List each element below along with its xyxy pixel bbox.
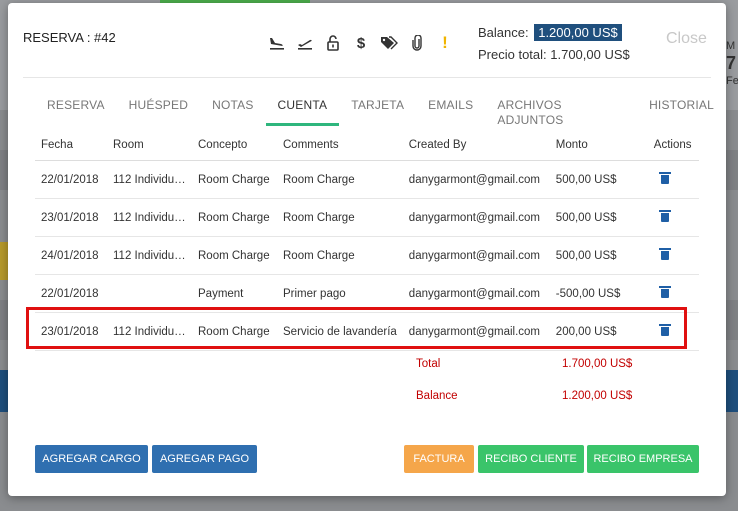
cell-created-by: danygarmont@gmail.com xyxy=(402,236,550,275)
total-label: Total xyxy=(416,358,441,370)
cell-amount: 500,00 US$ xyxy=(549,236,648,275)
table-row: 24/01/2018 112 Individual... Room Charge… xyxy=(35,236,699,275)
cell-concept: Room Charge xyxy=(192,198,277,237)
balance-summary-value: 1.200,00 US$ xyxy=(562,390,633,402)
company-receipt-button[interactable]: RECIBO EMPRESA xyxy=(587,445,699,473)
tab-notas[interactable]: NOTAS xyxy=(200,98,265,126)
cell-concept: Room Charge xyxy=(192,160,277,199)
unlock-icon[interactable] xyxy=(324,34,342,52)
cell-amount: 500,00 US$ xyxy=(549,160,648,199)
cell-date: 23/01/2018 xyxy=(35,198,107,237)
cell-comments: Room Charge xyxy=(277,236,403,275)
warning-icon[interactable]: ! xyxy=(436,33,454,52)
add-charge-button[interactable]: AGREGAR CARGO xyxy=(35,445,148,473)
highlight-box xyxy=(26,307,687,349)
tab-reserva[interactable]: RESERVA xyxy=(35,98,117,126)
background-text: Fe xyxy=(726,75,738,87)
plane-departure-icon[interactable] xyxy=(296,34,314,52)
balance-value: 1.200,00 US$ xyxy=(534,24,622,41)
balance-summary-label: Balance xyxy=(416,390,458,402)
cell-amount: 500,00 US$ xyxy=(549,198,648,237)
col-created-by: Created By xyxy=(402,129,550,161)
tab-archivos-adjuntos[interactable]: ARCHIVOS ADJUNTOS xyxy=(485,98,637,127)
add-payment-button[interactable]: AGREGAR PAGO xyxy=(152,445,257,473)
header-divider xyxy=(23,77,711,78)
col-concepto: Concepto xyxy=(192,129,277,161)
cell-room: 112 Individual... xyxy=(107,198,192,237)
background-text: 7 xyxy=(726,53,737,73)
cell-comments: Room Charge xyxy=(277,198,403,237)
tab-tarjeta[interactable]: TARJETA xyxy=(339,98,416,126)
background-text: M xyxy=(726,40,736,52)
delete-icon[interactable] xyxy=(658,210,671,222)
client-receipt-button[interactable]: RECIBO CLIENTE xyxy=(478,445,584,473)
cell-created-by: danygarmont@gmail.com xyxy=(402,198,550,237)
cell-room: 112 Individual... xyxy=(107,236,192,275)
delete-icon[interactable] xyxy=(658,248,671,260)
plane-arrival-icon[interactable] xyxy=(268,34,286,52)
tab-emails[interactable]: EMAILS xyxy=(416,98,485,126)
invoice-button[interactable]: FACTURA xyxy=(404,445,474,473)
total-price: Precio total: 1.700,00 US$ xyxy=(478,47,630,62)
paperclip-icon[interactable] xyxy=(408,34,426,52)
tab-huesped[interactable]: HUÉSPED xyxy=(117,98,200,126)
reservation-title: RESERVA : #42 xyxy=(23,30,116,45)
cell-room: 112 Individual... xyxy=(107,160,192,199)
table-row: 23/01/2018 112 Individual... Room Charge… xyxy=(35,198,699,237)
col-monto: Monto xyxy=(549,129,648,161)
dollar-icon[interactable]: $ xyxy=(352,34,370,52)
cell-date: 24/01/2018 xyxy=(35,236,107,275)
tab-cuenta[interactable]: CUENTA xyxy=(265,98,340,126)
col-actions: Actions xyxy=(647,129,699,161)
cell-concept: Room Charge xyxy=(192,236,277,275)
tags-icon[interactable] xyxy=(380,34,398,52)
col-room: Room xyxy=(107,129,192,161)
table-header-row: Fecha Room Concepto Comments Created By … xyxy=(35,129,699,161)
action-icons: $ ! xyxy=(268,33,454,52)
total-value: 1.700,00 US$ xyxy=(562,358,633,370)
col-comments: Comments xyxy=(277,129,403,161)
delete-icon[interactable] xyxy=(658,286,671,298)
balance: Balance: 1.200,00 US$ xyxy=(478,24,622,41)
cell-date: 22/01/2018 xyxy=(35,160,107,199)
cell-created-by: danygarmont@gmail.com xyxy=(402,160,550,199)
balance-label: Balance: xyxy=(478,25,529,40)
background-event xyxy=(0,242,8,280)
table-row: 22/01/2018 112 Individual... Room Charge… xyxy=(35,160,699,199)
delete-icon[interactable] xyxy=(658,172,671,184)
reservation-modal: RESERVA : #42 $ ! Balance: 1.200,00 US$ … xyxy=(8,3,726,496)
cell-comments: Room Charge xyxy=(277,160,403,199)
tab-historial[interactable]: HISTORIAL xyxy=(637,98,726,126)
tab-bar: RESERVA HUÉSPED NOTAS CUENTA TARJETA EMA… xyxy=(35,98,726,127)
col-fecha: Fecha xyxy=(35,129,107,161)
close-button[interactable]: Close xyxy=(666,30,707,48)
